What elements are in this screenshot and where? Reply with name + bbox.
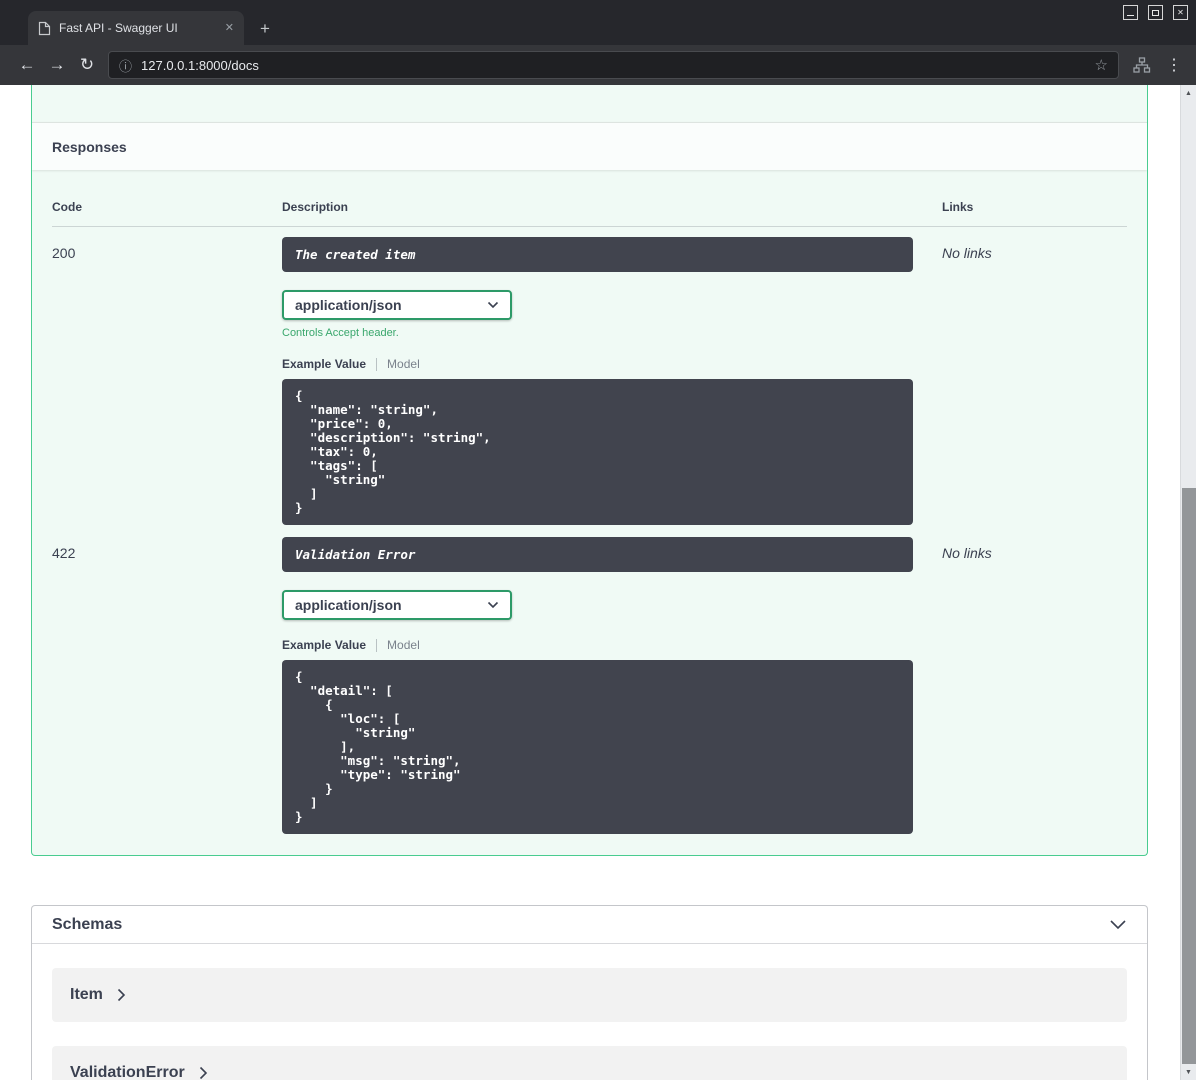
scroll-up-button[interactable]: ▲ — [1181, 85, 1196, 101]
example-code-block: { "detail": [ { "loc": [ "string" ], "ms… — [282, 660, 913, 834]
model-row-item[interactable]: Item — [52, 968, 1127, 1022]
column-header-links: Links — [942, 200, 974, 214]
schemas-header[interactable]: Schemas — [32, 906, 1147, 944]
minimize-icon — [1127, 15, 1134, 16]
schemas-model-list: Item ValidationError — [32, 944, 1147, 1080]
page-scrollbar[interactable]: ▲ ▼ — [1180, 85, 1196, 1080]
browser-tab[interactable]: Fast API - Swagger UI ✕ — [28, 11, 244, 45]
responses-table: Code Description Links 200 The created i… — [32, 170, 1147, 834]
schemas-section: Schemas Item ValidationError — [31, 905, 1148, 1080]
chevron-down-icon — [487, 601, 499, 609]
responses-section: Responses Code Description Links 200 The… — [31, 85, 1148, 856]
tab-title: Fast API - Swagger UI — [59, 21, 178, 35]
scroll-down-button[interactable]: ▼ — [1181, 1064, 1196, 1080]
example-value-tab[interactable]: Example Value — [282, 638, 366, 652]
new-tab-button[interactable]: + — [260, 20, 270, 37]
media-type-value: application/json — [295, 297, 402, 313]
schemas-collapse-chevron-icon[interactable] — [1109, 919, 1127, 930]
response-code: 200 — [52, 245, 76, 261]
model-tab[interactable]: Model — [387, 357, 420, 371]
response-description-box: The created item — [282, 237, 913, 272]
window-maximize-button[interactable] — [1148, 5, 1163, 20]
no-links-label: No links — [942, 545, 992, 561]
sitemap-icon[interactable] — [1133, 57, 1151, 73]
response-code: 422 — [52, 545, 76, 561]
reload-button[interactable]: ↻ — [72, 50, 102, 80]
response-row-200: 200 The created item application/json Co… — [52, 227, 1127, 525]
media-type-select[interactable]: application/json — [282, 590, 512, 620]
model-name: Item — [70, 986, 103, 1003]
browser-titlebar: Fast API - Swagger UI ✕ + ✕ — [0, 0, 1196, 45]
model-row-validationerror[interactable]: ValidationError — [52, 1046, 1127, 1080]
chevron-down-icon — [487, 301, 499, 309]
controls-accept-note: Controls Accept header. — [282, 327, 399, 339]
schemas-title: Schemas — [52, 915, 123, 933]
example-model-tabs: Example Value Model — [282, 638, 942, 652]
swagger-page: Responses Code Description Links 200 The… — [0, 85, 1180, 1080]
column-header-description: Description — [282, 200, 349, 214]
scrollbar-thumb[interactable] — [1182, 488, 1196, 1064]
responses-header: Responses — [32, 122, 1147, 170]
model-tab[interactable]: Model — [387, 638, 420, 652]
response-description-box: Validation Error — [282, 537, 913, 572]
chevron-right-icon — [199, 1066, 208, 1080]
responses-title: Responses — [52, 138, 127, 155]
maximize-icon — [1152, 9, 1159, 16]
url-text: 127.0.0.1:8000/docs — [141, 57, 259, 73]
toolbar-right-icons: ⋮ — [1133, 55, 1182, 75]
tab-close-icon[interactable]: ✕ — [225, 22, 234, 34]
site-info-icon[interactable]: ⓘ — [119, 56, 132, 75]
back-button[interactable]: ← — [12, 50, 42, 80]
window-controls: ✕ — [1123, 5, 1188, 20]
model-name: ValidationError — [70, 1064, 185, 1080]
chevron-right-icon — [117, 988, 126, 1002]
media-type-select[interactable]: application/json — [282, 290, 512, 320]
tab-divider — [376, 638, 378, 652]
browser-menu-icon[interactable]: ⋮ — [1166, 55, 1182, 75]
forward-button[interactable]: → — [42, 50, 72, 80]
address-bar[interactable]: ⓘ 127.0.0.1:8000/docs ☆ — [108, 51, 1119, 79]
no-links-label: No links — [942, 245, 992, 261]
example-value-tab[interactable]: Example Value — [282, 357, 366, 371]
window-minimize-button[interactable] — [1123, 5, 1138, 20]
example-code-block: { "name": "string", "price": 0, "descrip… — [282, 379, 913, 525]
response-description-cell: Validation Error application/json Exampl… — [282, 537, 942, 834]
browser-toolbar: ← → ↻ ⓘ 127.0.0.1:8000/docs ☆ ⋮ — [0, 45, 1196, 85]
responses-table-header: Code Description Links — [52, 170, 1127, 227]
response-description-cell: The created item application/json Contro… — [282, 237, 942, 525]
example-model-tabs: Example Value Model — [282, 357, 942, 371]
tab-divider — [376, 357, 378, 371]
media-type-value: application/json — [295, 597, 402, 613]
page-favicon-icon — [38, 21, 51, 36]
column-header-code: Code — [52, 200, 82, 214]
window-close-button[interactable]: ✕ — [1173, 5, 1188, 20]
response-row-422: 422 Validation Error application/json Ex… — [52, 537, 1127, 834]
bookmark-star-icon[interactable]: ☆ — [1095, 56, 1108, 74]
